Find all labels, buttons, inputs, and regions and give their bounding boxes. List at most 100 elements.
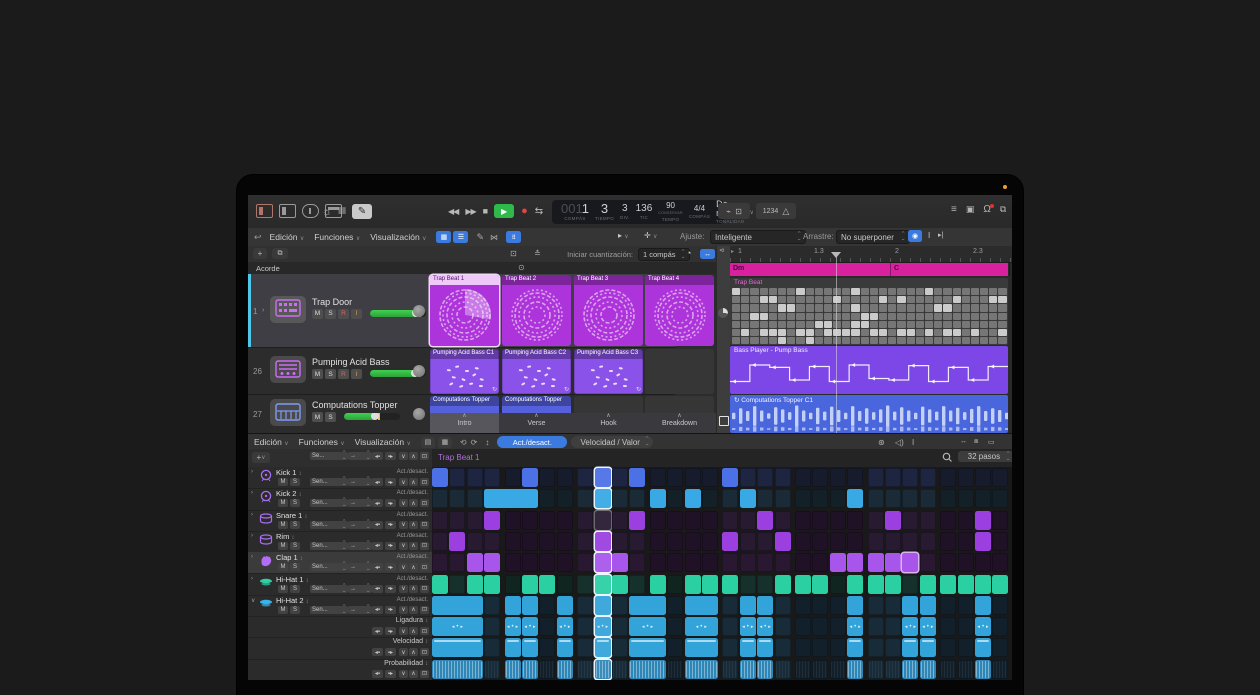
step-cell[interactable] [629,575,645,594]
step-cell[interactable] [667,575,683,594]
step-cell[interactable] [940,617,956,636]
chord-track-region[interactable]: DmC [730,263,1008,276]
global-tracks-disclosure[interactable]: ▸ [731,248,734,255]
step-cell-active[interactable] [920,575,936,594]
row-sen-dropdown[interactable]: Sen...⌃⌄ [310,585,348,593]
loop-cell[interactable]: Trap Beat 2 [502,275,571,346]
cell-inspector-icon[interactable]: ≛ [534,249,541,258]
row-rate-dropdown[interactable]: →⌃⌄ [348,452,372,460]
row-nudge-left-button[interactable]: ◂▪ [372,606,383,614]
row-octave-up-button[interactable]: ∧ [409,648,418,656]
step-cell[interactable] [667,489,683,508]
row-disclosure-icon[interactable]: › [251,512,253,518]
step-cell[interactable] [920,532,936,551]
row-octave-up-button[interactable]: ∧ [409,499,418,507]
step-cell[interactable] [467,489,483,508]
row-nudge-left-button[interactable]: ◂▪ [372,648,383,656]
step-cell-active[interactable] [685,660,718,679]
step-cell-active[interactable] [522,575,538,594]
track-pan-knob[interactable] [413,365,425,377]
step-cell[interactable] [958,638,974,657]
step-cell[interactable] [522,532,538,551]
step-cell[interactable] [539,617,555,636]
row-onoff-label[interactable]: Act./desact. [397,533,428,539]
bar-ruler[interactable]: ▸11.322.3 [730,246,1012,263]
step-cell[interactable] [812,532,828,551]
menu-edicion[interactable]: Edición ∨ [270,232,305,242]
cell-edit-icon[interactable]: ⊡ [510,249,517,258]
row-mute-button[interactable]: M [278,563,288,571]
step-cell[interactable] [740,468,756,487]
step-cell[interactable] [847,511,863,530]
step-cell-active[interactable] [847,489,863,508]
row-rate-dropdown[interactable]: →⌃⌄ [348,563,372,571]
step-cell[interactable] [740,553,756,572]
step-cell-active[interactable] [975,660,991,679]
quick-help-icon[interactable] [302,204,319,218]
step-cell-active[interactable] [505,638,521,657]
step-cell-active[interactable] [740,638,756,657]
row-disclosure-icon[interactable]: › [251,490,253,496]
step-cell[interactable] [940,468,956,487]
step-cell[interactable] [775,511,791,530]
link-button[interactable]: ↔ [700,249,715,259]
scene-trigger-hook[interactable]: ∧Hook [574,413,643,433]
loop-cell[interactable]: Pumping Acid Bass C2↻ [502,349,571,394]
step-cell[interactable] [612,489,628,508]
step-cell[interactable] [685,532,701,551]
metronome-icon[interactable]: △ [782,206,789,217]
rotate-left-icon[interactable]: ⟲ [460,438,467,447]
quantize-dropdown[interactable]: 1 compás⌃⌄ [638,248,690,261]
grid-cells-icon[interactable]: ▦ [438,437,452,448]
divider-arrow-icon[interactable]: ⊲ [719,247,724,254]
step-cell[interactable] [557,553,573,572]
step-cell[interactable] [795,468,811,487]
step-cell-active[interactable] [629,638,665,657]
step-cell[interactable] [812,617,828,636]
step-cell-active[interactable] [685,638,718,657]
step-cell[interactable] [757,575,773,594]
step-cell-active[interactable] [775,575,791,594]
step-cell-active[interactable] [505,660,521,679]
row-solo-button[interactable]: S [290,478,300,486]
step-cell[interactable] [885,532,901,551]
step-cell-active[interactable] [629,660,665,679]
step-cell[interactable] [920,489,936,508]
step-cell-active[interactable] [484,575,500,594]
step-cell[interactable] [484,617,500,636]
row-disclosure-icon[interactable]: › [251,469,253,475]
step-cell-active[interactable] [522,638,538,657]
pointer-tool[interactable]: ▸ ∨ [618,231,629,240]
step-cell[interactable] [757,489,773,508]
step-cell[interactable] [847,532,863,551]
h-zoom-icon[interactable]: ↔ [960,438,967,445]
step-cell[interactable] [577,660,593,679]
step-cell[interactable] [940,660,956,679]
row-octave-down-button[interactable]: ∨ [399,452,408,460]
step-cell[interactable] [940,532,956,551]
step-cell-active[interactable] [702,575,718,594]
step-cell-active[interactable] [975,638,991,657]
step-cell-active[interactable] [757,511,773,530]
step-cell[interactable] [484,660,500,679]
step-cell[interactable] [868,638,884,657]
replace-icon[interactable]: ⊡ [735,207,742,216]
row-octave-down-button[interactable]: ∨ [399,521,408,529]
step-cell[interactable] [484,596,500,615]
step-cell[interactable] [868,532,884,551]
step-cell[interactable] [722,638,738,657]
pattern-region-trap-beat[interactable]: Trap Beat [730,278,1008,345]
step-cell[interactable] [702,511,718,530]
step-cell-active[interactable] [958,575,974,594]
row-nudge-right-button[interactable]: ▪▸ [385,521,396,529]
step-cell-active[interactable] [740,596,756,615]
step-cell[interactable] [539,489,555,508]
step-cell[interactable] [629,553,645,572]
row-octave-up-button[interactable]: ∧ [409,563,418,571]
step-cell-active[interactable] [612,553,628,572]
add-track-button[interactable]: + [253,248,267,259]
step-cell[interactable] [612,617,628,636]
step-cell[interactable] [577,468,593,487]
zoom-loupe-icon[interactable] [942,452,953,463]
maximize-icon[interactable]: ▭ [988,438,995,446]
